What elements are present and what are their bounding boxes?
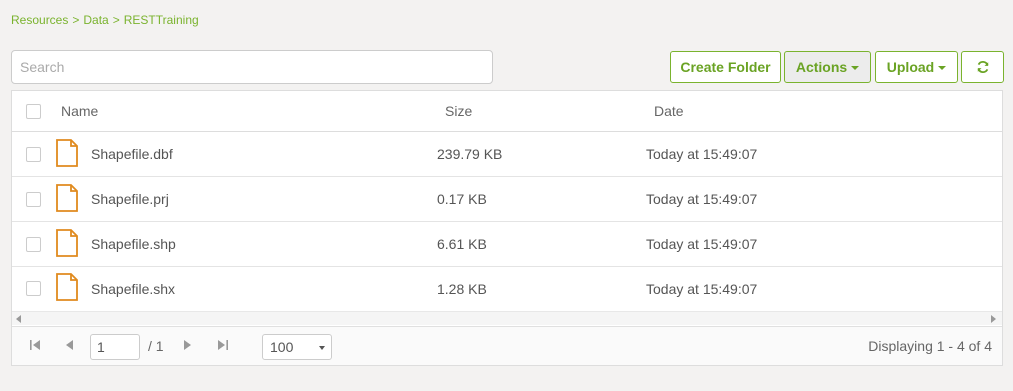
table-row[interactable]: Shapefile.shp 6.61 KB Today at 15:49:07 — [12, 222, 1002, 267]
file-name-link[interactable]: Shapefile.shp — [91, 222, 176, 266]
file-date: Today at 15:49:07 — [646, 281, 758, 297]
page-size-value: 100 — [270, 339, 294, 355]
scroll-left-icon[interactable] — [16, 315, 21, 323]
next-page-icon[interactable] — [183, 339, 193, 351]
file-icon — [56, 229, 78, 257]
column-date-label: Date — [654, 103, 684, 119]
file-icon — [56, 184, 78, 212]
file-size: 239.79 KB — [437, 146, 503, 162]
file-icon — [56, 273, 78, 301]
file-date: Today at 15:49:07 — [646, 236, 758, 252]
grid-header: Name Size Date — [12, 91, 1002, 132]
column-header-name[interactable]: Name — [61, 103, 98, 119]
file-name-link[interactable]: Shapefile.prj — [91, 177, 169, 221]
breadcrumb-separator: > — [112, 13, 120, 27]
table-row[interactable]: Shapefile.prj 0.17 KB Today at 15:49:07 — [12, 177, 1002, 222]
file-date: Today at 15:49:07 — [646, 146, 758, 162]
breadcrumb-data[interactable]: Data — [83, 13, 108, 27]
breadcrumb-resources[interactable]: Resources — [11, 13, 68, 27]
page-number-input[interactable] — [90, 334, 140, 360]
file-name: Shapefile.shp — [91, 236, 176, 252]
scroll-right-icon[interactable] — [991, 315, 996, 323]
file-name-link[interactable]: Shapefile.shx — [91, 267, 175, 311]
breadcrumb-resttraining[interactable]: RESTTraining — [124, 13, 199, 27]
file-size: 6.61 KB — [437, 236, 487, 252]
breadcrumb-separator: > — [72, 13, 80, 27]
actions-label: Actions — [795, 59, 848, 75]
table-row[interactable]: Shapefile.dbf 239.79 KB Today at 15:49:0… — [12, 132, 1002, 177]
file-name: Shapefile.dbf — [91, 146, 173, 162]
chevron-down-icon — [319, 346, 325, 350]
upload-button[interactable]: Upload — [875, 51, 958, 83]
file-icon — [56, 139, 78, 167]
refresh-button[interactable] — [961, 51, 1004, 83]
page-size-select[interactable]: 100 — [262, 334, 332, 360]
column-size-label: Size — [445, 103, 473, 119]
column-header-size[interactable]: Size — [445, 103, 472, 119]
caret-down-icon — [851, 66, 860, 70]
previous-page-icon[interactable] — [64, 339, 74, 351]
horizontal-scrollbar[interactable] — [12, 311, 1002, 325]
file-name: Shapefile.prj — [91, 191, 169, 207]
file-size: 1.28 KB — [437, 281, 487, 297]
upload-label: Upload — [886, 59, 935, 75]
file-date: Today at 15:49:07 — [646, 191, 758, 207]
column-header-date[interactable]: Date — [654, 103, 684, 119]
row-checkbox[interactable] — [26, 237, 41, 252]
table-row[interactable]: Shapefile.shx 1.28 KB Today at 15:49:07 — [12, 267, 1002, 312]
first-page-icon[interactable] — [29, 339, 41, 351]
row-checkbox[interactable] — [26, 281, 41, 296]
file-size: 0.17 KB — [437, 191, 487, 207]
pagination-bar: / 1 100 Displaying 1 - 4 of 4 — [12, 326, 1002, 365]
search-input[interactable] — [11, 50, 493, 84]
last-page-icon[interactable] — [217, 339, 229, 351]
file-name-link[interactable]: Shapefile.dbf — [91, 132, 173, 176]
create-folder-button[interactable]: Create Folder — [670, 51, 781, 83]
row-checkbox[interactable] — [26, 192, 41, 207]
page-total: / 1 — [148, 338, 164, 354]
column-name-label: Name — [61, 103, 99, 119]
caret-down-icon — [938, 66, 947, 70]
file-grid: Name Size Date Shapefile.dbf 239.79 KB T… — [11, 90, 1003, 366]
create-folder-label: Create Folder — [680, 59, 771, 75]
actions-button[interactable]: Actions — [784, 51, 871, 83]
displaying-count: Displaying 1 - 4 of 4 — [868, 338, 992, 354]
refresh-icon — [977, 60, 988, 74]
file-name: Shapefile.shx — [91, 281, 176, 297]
select-all-checkbox[interactable] — [26, 104, 41, 119]
row-checkbox[interactable] — [26, 147, 41, 162]
breadcrumb: Resources > Data > RESTTraining — [11, 13, 199, 27]
